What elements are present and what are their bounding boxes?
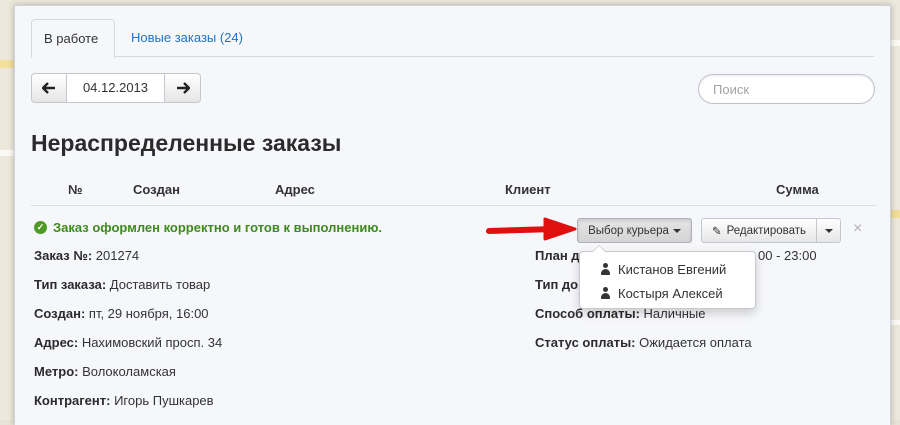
edit-label: Редактировать [726, 224, 807, 237]
courier-option[interactable]: Кистанов Евгений [580, 257, 755, 281]
date-navigator: 04.12.2013 [31, 73, 201, 103]
field-label: Контрагент: [34, 393, 111, 408]
page-title: Нераспределенные заказы [31, 130, 342, 156]
field-address: Адрес: Нахимовский просп. 34 [34, 335, 222, 350]
edit-button-group: ✎ Редактировать [701, 218, 841, 243]
field-payment-status: Статус оплаты: Ожидается оплата [535, 335, 752, 350]
courier-name: Кистанов Евгений [618, 261, 727, 277]
courier-option[interactable]: Костыря Алексей [580, 281, 755, 305]
caret-down-icon [672, 228, 681, 233]
user-icon [600, 287, 611, 299]
field-contractor: Контрагент: Игорь Пушкарев [34, 393, 214, 408]
red-annotation-arrow-icon [486, 217, 577, 241]
field-order-type: Тип заказа: Доставить товар [34, 277, 210, 292]
pencil-icon: ✎ [711, 225, 722, 238]
field-created: Создан: пт, 29 ноября, 16:00 [34, 306, 209, 321]
column-header-number[interactable]: № [68, 182, 83, 197]
edit-button[interactable]: ✎ Редактировать [701, 218, 817, 243]
field-value: 201274 [92, 248, 140, 263]
user-icon [600, 263, 611, 275]
column-header-created[interactable]: Создан [133, 182, 180, 197]
field-planned-delivery-value: 00 - 23:00 [758, 248, 817, 263]
edit-dropdown-toggle[interactable] [817, 218, 841, 243]
field-planned-delivery: План д [535, 248, 580, 263]
close-icon[interactable]: × [853, 220, 862, 238]
field-value: Доставить товар [106, 277, 211, 292]
search-input[interactable] [698, 74, 875, 104]
order-status-message: ✓ Заказ оформлен корректно и готов к вып… [34, 220, 382, 235]
arrow-right-icon [176, 82, 190, 94]
field-label: Тип до [535, 277, 579, 292]
check-circle-icon: ✓ [34, 221, 47, 234]
column-header-address[interactable]: Адрес [275, 182, 315, 197]
courier-name: Костыря Алексей [618, 285, 723, 301]
field-value: Нахимовский просп. 34 [78, 335, 223, 350]
tab-new-orders[interactable]: Новые заказы (24) [119, 19, 255, 58]
field-label: Адрес: [34, 335, 79, 350]
field-order-number: Заказ №: 201274 [34, 248, 139, 263]
select-courier-button[interactable]: Выбор курьера [577, 218, 692, 243]
select-courier-label: Выбор курьера [588, 224, 669, 237]
field-label: Тип заказа: [34, 277, 107, 292]
field-metro: Метро: Волоколамская [34, 364, 176, 379]
field-label: План д [535, 248, 580, 263]
field-value: Ожидается оплата [635, 335, 752, 350]
date-field[interactable]: 04.12.2013 [67, 73, 165, 103]
column-header-sum[interactable]: Сумма [776, 182, 819, 197]
caret-down-icon [824, 228, 833, 233]
tab-in-progress[interactable]: В работе [31, 19, 115, 58]
status-text: Заказ оформлен корректно и готов к выпол… [53, 220, 383, 235]
field-label: Метро: [34, 364, 79, 379]
column-header-client[interactable]: Клиент [505, 182, 551, 197]
arrow-left-icon [42, 82, 55, 94]
field-value: Игорь Пушкарев [110, 393, 214, 408]
next-date-button[interactable] [165, 73, 201, 103]
field-label: Заказ №: [34, 248, 93, 263]
orders-panel: В работе Новые заказы (24) 04.12.2013 Не… [14, 5, 891, 425]
prev-date-button[interactable] [31, 73, 67, 103]
field-value: пт, 29 ноября, 16:00 [85, 306, 209, 321]
field-value: Волоколамская [78, 364, 176, 379]
field-label: Создан: [34, 306, 86, 321]
courier-dropdown-menu: Кистанов Евгений Костыря Алексей [579, 245, 756, 309]
field-delivery-type: Тип до [535, 277, 578, 292]
field-label: Статус оплаты: [535, 335, 636, 350]
table-header: № Создан Адрес Клиент Сумма [31, 180, 876, 206]
tab-bar: В работе Новые заказы (24) [31, 19, 874, 58]
